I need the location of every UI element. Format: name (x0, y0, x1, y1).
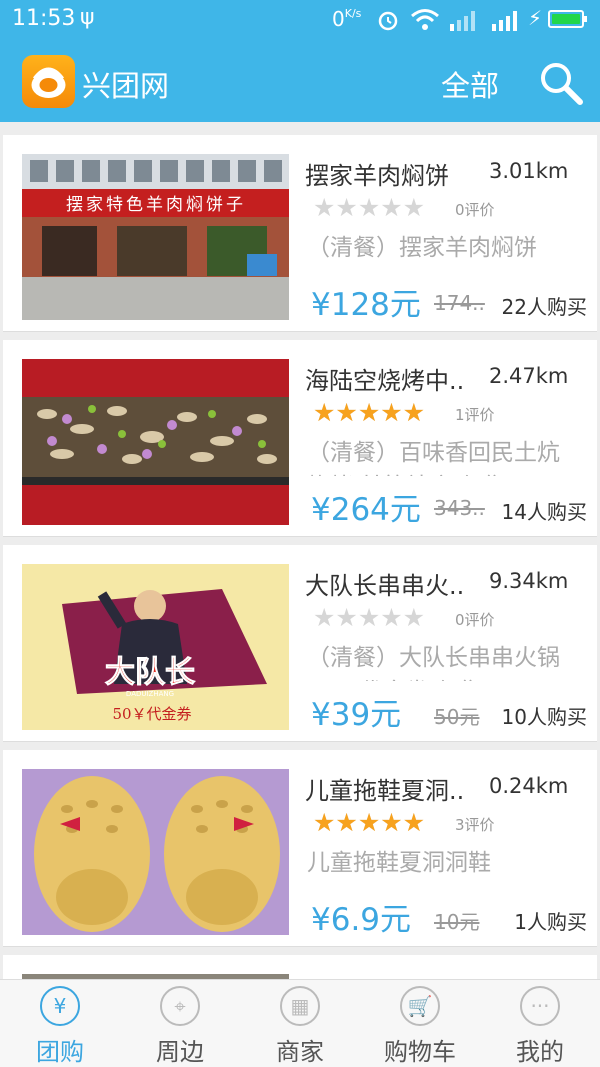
deal-name: 海陆空烧烤中.. (305, 367, 465, 395)
deal-image (22, 359, 289, 525)
deal-name: 儿童拖鞋夏洞.. (305, 777, 465, 805)
review-count: 1评价 (455, 406, 495, 424)
signal-4g-icon (448, 10, 478, 36)
sold-count: 14人购买 (501, 500, 587, 524)
rating-stars: ★★★★★★★★★★ (313, 810, 447, 836)
poster-subtitle: 50￥代金券 (112, 705, 191, 723)
tab-label: 商家 (276, 1038, 324, 1066)
status-bar: 11:53 ψ 0K/s ⚡ (0, 0, 600, 42)
deal-distance: 2.47km (489, 364, 569, 388)
deal-image: 摆家特色羊肉焖饼子 (22, 154, 289, 320)
deal-image (22, 769, 289, 935)
deal-price: ¥264元 (311, 492, 421, 528)
store-icon: ▦ (280, 986, 320, 1026)
tab-label: 团购 (36, 1038, 84, 1066)
deal-description: （清餐）百味香回民土炕烧烤 甘箭站店 仅售 (307, 440, 560, 476)
bottom-tab-bar: ¥ 团购 ⌖ 周边 ▦ 商家 🛒 购物车 ··· 我的 (0, 979, 600, 1067)
tab-merchants[interactable]: ▦ 商家 (240, 980, 360, 1067)
original-price: 343.. (434, 496, 485, 520)
review-count: 3评价 (455, 816, 495, 834)
app-logo (22, 55, 75, 108)
charging-icon: ⚡ (528, 6, 543, 30)
deal-card-partial[interactable] (3, 955, 597, 979)
deal-price: ¥6.9元 (311, 902, 412, 938)
deal-price: ¥39元 (311, 697, 402, 733)
alarm-icon (378, 11, 398, 31)
deal-card[interactable]: 摆家特色羊肉焖饼子 摆家羊肉焖饼 3.01km ★★★★★★★★★★ 0评价 （… (3, 135, 597, 332)
deal-name: 大队长串串火.. (305, 572, 465, 600)
sold-count: 22人购买 (501, 295, 587, 319)
poster-title: 大队长 (105, 655, 195, 690)
app-title: 兴团网 (82, 69, 170, 103)
sold-count: 1人购买 (514, 910, 587, 934)
shop-sign-text: 摆家特色羊肉焖饼子 (66, 195, 246, 215)
deal-distance: 9.34km (489, 569, 569, 593)
network-speed: 0K/s (332, 7, 361, 31)
deal-description: （清餐）大队长串串火锅 50元代金券 仅售39 (307, 645, 560, 681)
star-icon: ★★★★★ (313, 400, 426, 426)
deal-name: 摆家羊肉焖饼 (305, 162, 449, 190)
more-dots-icon: ··· (520, 986, 560, 1026)
review-count: 0评价 (455, 611, 495, 629)
original-price: 10元 (434, 910, 480, 934)
usb-icon: ψ (80, 5, 95, 30)
yen-icon: ¥ (40, 986, 80, 1026)
deal-card[interactable]: 儿童拖鞋夏洞.. 0.24km ★★★★★ ★★★★★ 3评价 儿童拖鞋夏洞洞鞋 … (3, 750, 597, 947)
signal-icon (492, 11, 517, 31)
tab-cart[interactable]: 🛒 购物车 (360, 980, 480, 1067)
sold-count: 10人购买 (501, 705, 587, 729)
deal-card[interactable]: 大队长 DADUIZHANG 50￥代金券 大队长串串火.. 9.34km ★★… (3, 545, 597, 742)
deal-price: ¥128元 (311, 287, 421, 323)
network-speed-value: 0 (332, 7, 345, 31)
rating-stars: ★★★★★★★★★★ (313, 195, 447, 221)
star-icon: ★★★★★ (313, 810, 426, 836)
original-price: 50元 (434, 705, 480, 729)
tab-nearby[interactable]: ⌖ 周边 (120, 980, 240, 1067)
location-pin-icon: ⌖ (160, 986, 200, 1026)
category-filter-button[interactable]: 全部 (441, 63, 499, 105)
star-icon: ★★★★★ (313, 605, 426, 631)
cart-icon: 🛒 (400, 986, 440, 1026)
tab-tuangou[interactable]: ¥ 团购 (0, 980, 120, 1067)
battery-icon (548, 10, 587, 28)
poster-small-text: DADUIZHANG (126, 690, 174, 698)
review-count: 0评价 (455, 201, 495, 219)
status-time: 11:53 (12, 6, 76, 31)
deal-list[interactable]: 摆家特色羊肉焖饼子 摆家羊肉焖饼 3.01km ★★★★★★★★★★ 0评价 （… (0, 122, 600, 979)
star-icon: ★★★★★ (313, 195, 426, 221)
tab-label: 购物车 (384, 1038, 456, 1066)
rating-stars: ★★★★★★★★★★ (313, 605, 447, 631)
deal-image: 大队长 DADUIZHANG 50￥代金券 (22, 564, 289, 730)
deal-distance: 0.24km (489, 774, 569, 798)
deal-description: 儿童拖鞋夏洞洞鞋 (307, 850, 491, 876)
deal-card[interactable]: 海陆空烧烤中.. 2.47km ★★★★★ ★★★★★ 1评价 （清餐）百味香回民… (3, 340, 597, 537)
original-price: 174.. (434, 291, 485, 315)
network-speed-unit: K/s (344, 7, 362, 20)
tab-mine[interactable]: ··· 我的 (480, 980, 600, 1067)
rating-stars: ★★★★★★★★★★ (313, 400, 447, 426)
tab-label: 周边 (156, 1038, 204, 1066)
app-bar: 兴团网 全部 (0, 42, 600, 122)
tab-label: 我的 (516, 1038, 564, 1066)
wifi-icon (411, 9, 439, 30)
search-icon[interactable] (536, 58, 584, 106)
deal-description: （清餐）摆家羊肉焖饼 (307, 235, 537, 261)
deal-distance: 3.01km (489, 159, 569, 183)
